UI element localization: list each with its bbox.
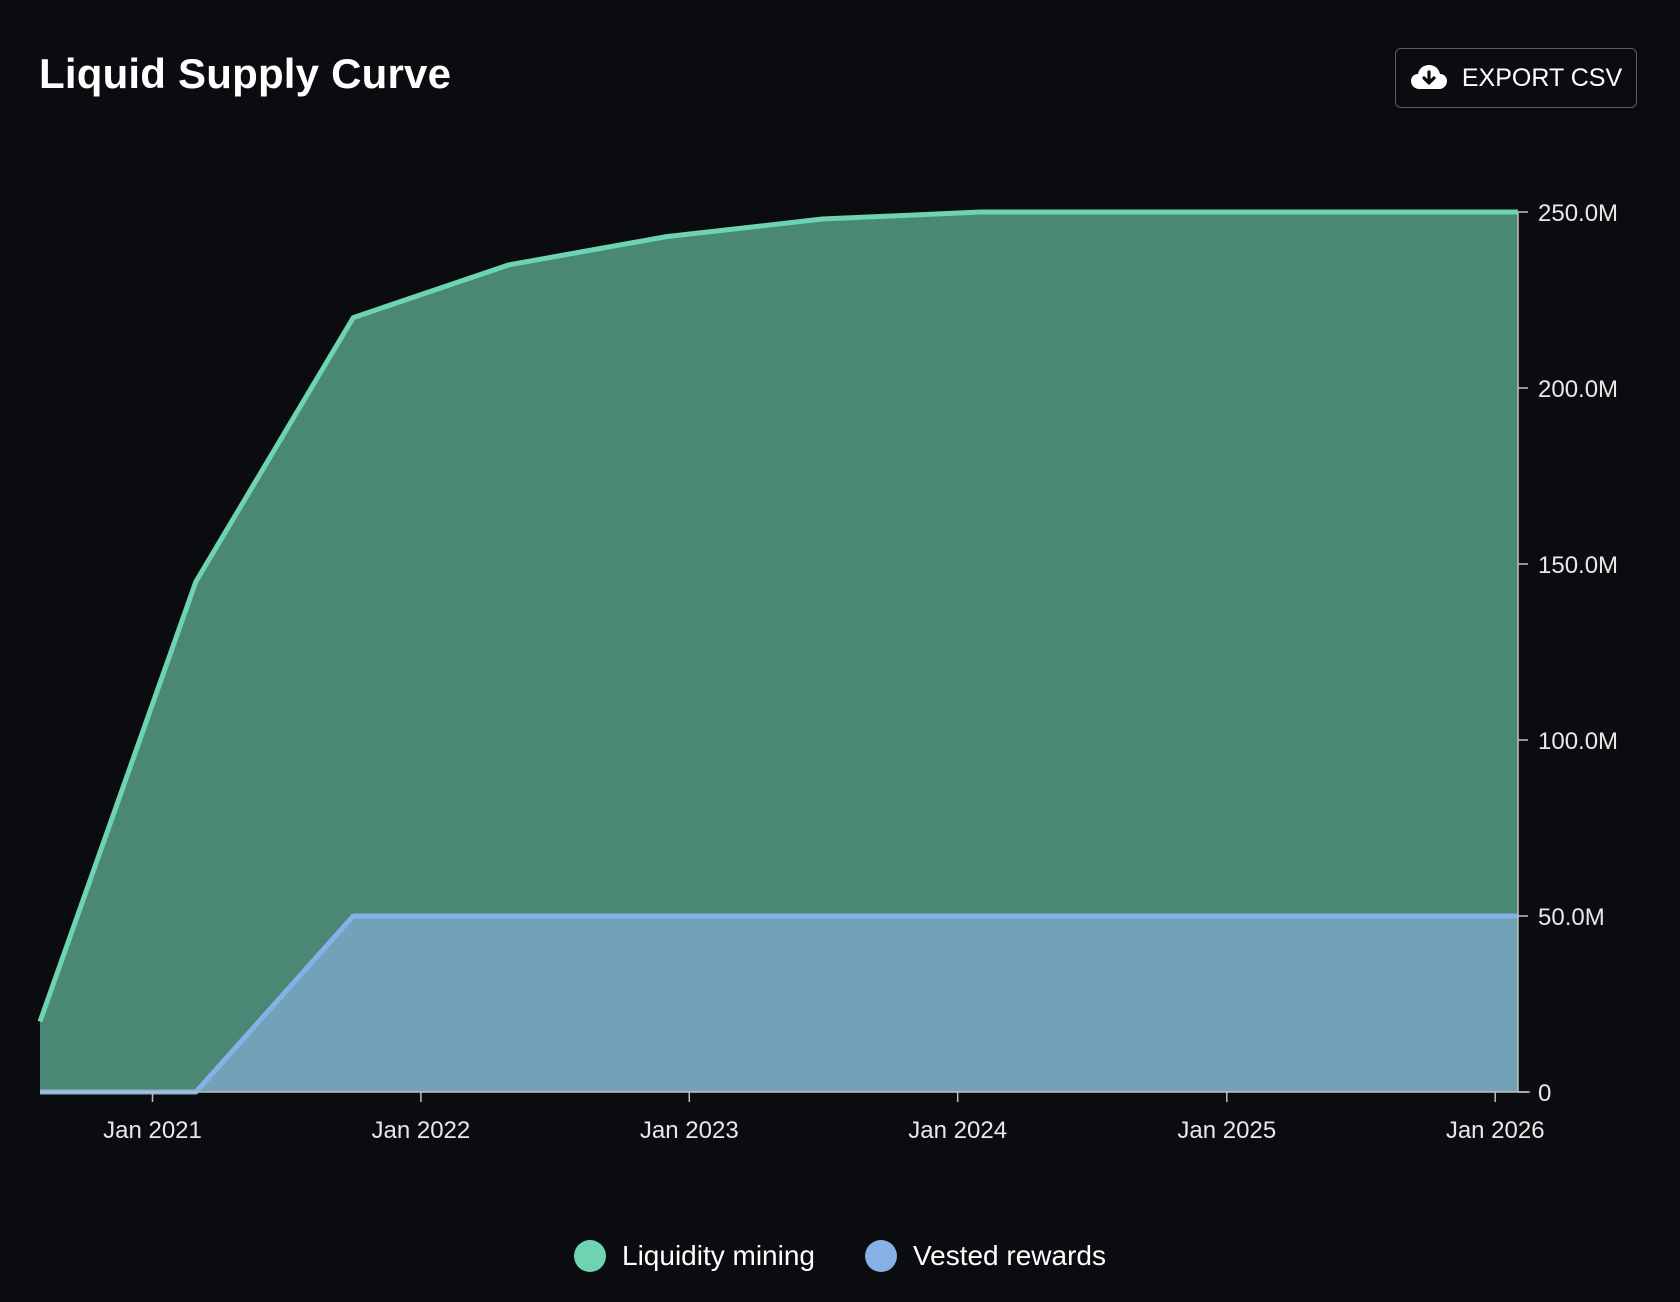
x-tick-label: Jan 2023	[640, 1117, 739, 1144]
supply-chart: Jan 2021 Jan 2022 Jan 2023 Jan 2024 Jan 2025…	[37, 200, 1618, 1144]
x-tick-label: Jan 2021	[103, 1117, 202, 1144]
x-tick-label: Jan 2024	[908, 1117, 1007, 1144]
y-tick-label: 200.0M	[1538, 376, 1618, 403]
legend-swatch-vested-rewards	[865, 1240, 897, 1272]
y-tick-label: 100.0M	[1538, 728, 1618, 755]
y-tick-label: 0	[1538, 1080, 1551, 1107]
y-tick-label: 50.0M	[1538, 904, 1605, 931]
legend-item-liquidity-mining[interactable]: Liquidity mining	[574, 1240, 815, 1272]
x-tick-label: Jan 2022	[372, 1117, 471, 1144]
legend-item-vested-rewards[interactable]: Vested rewards	[865, 1240, 1106, 1272]
legend-label-vested-rewards: Vested rewards	[913, 1240, 1106, 1271]
x-tick-label: Jan 2026	[1446, 1117, 1545, 1144]
y-tick-label: 150.0M	[1538, 552, 1618, 579]
legend-label-liquidity-mining: Liquidity mining	[622, 1240, 815, 1271]
legend: Liquidity mining Vested rewards	[0, 1240, 1680, 1272]
x-tick-label: Jan 2025	[1177, 1117, 1276, 1144]
y-tick-label: 250.0M	[1538, 200, 1618, 227]
legend-swatch-liquidity-mining	[574, 1240, 606, 1272]
